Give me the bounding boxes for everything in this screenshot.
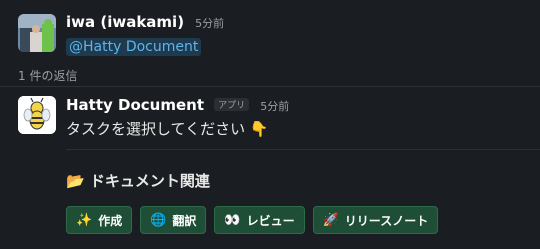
create-button[interactable]: ✨ 作成 bbox=[66, 206, 133, 234]
bot-avatar[interactable] bbox=[18, 96, 56, 134]
eyes-icon: 👀 bbox=[224, 212, 241, 228]
section-header: 📂 ドキュメント関連 bbox=[66, 170, 210, 191]
button-label: リリースノート bbox=[344, 213, 429, 228]
timestamp[interactable]: 5分前 bbox=[260, 100, 289, 113]
globe-icon: 🌐 bbox=[150, 212, 167, 228]
button-label: 翻訳 bbox=[172, 213, 197, 228]
section-title: ドキュメント関連 bbox=[89, 172, 210, 190]
thread-reply-count: 1 件の返信 bbox=[18, 69, 78, 83]
author-name[interactable]: iwa (iwakami) bbox=[66, 13, 184, 31]
message-text: タスクを選択してください 👇 bbox=[66, 120, 269, 138]
translate-button[interactable]: 🌐 翻訳 bbox=[140, 206, 207, 234]
review-button[interactable]: 👀 レビュー bbox=[214, 206, 305, 234]
thread-divider bbox=[0, 86, 540, 87]
button-label: レビュー bbox=[246, 213, 295, 228]
bee-mascot-icon bbox=[18, 96, 56, 134]
bot-name[interactable]: Hatty Document bbox=[66, 96, 204, 114]
folder-icon: 📂 bbox=[66, 172, 85, 190]
button-label: 作成 bbox=[98, 213, 123, 228]
timestamp[interactable]: 5分前 bbox=[195, 17, 224, 30]
sparkles-icon: ✨ bbox=[76, 212, 93, 228]
app-badge: アプリ bbox=[214, 98, 250, 111]
user-avatar[interactable] bbox=[18, 14, 56, 52]
block-divider bbox=[66, 149, 540, 150]
rocket-icon: 🚀 bbox=[322, 212, 339, 228]
avatar-photo-icon bbox=[18, 14, 56, 52]
mention-link[interactable]: @Hatty Document bbox=[66, 38, 202, 56]
action-buttons: ✨ 作成 🌐 翻訳 👀 レビュー 🚀 リリースノート bbox=[66, 206, 439, 234]
release-notes-button[interactable]: 🚀 リリースノート bbox=[312, 206, 439, 234]
